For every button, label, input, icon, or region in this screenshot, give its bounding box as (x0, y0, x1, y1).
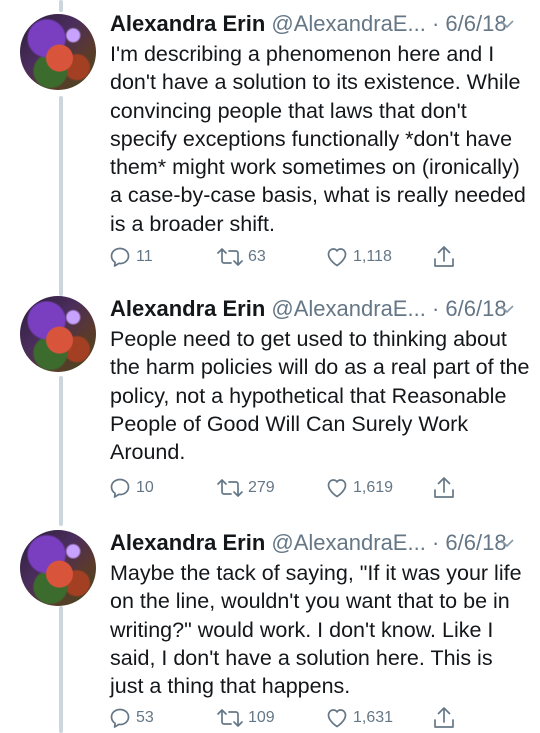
like-count: 1,631 (353, 709, 394, 726)
retweet-button[interactable]: 109 (216, 704, 275, 732)
chevron-down-icon[interactable] (498, 534, 516, 552)
retweet-icon (217, 248, 243, 266)
retweet-icon (217, 479, 243, 497)
display-name[interactable]: Alexandra Erin (110, 11, 265, 36)
tweet[interactable]: Alexandra Erin @AlexandraE... · 6/6/18 I… (0, 0, 540, 285)
user-handle[interactable]: @AlexandraE... (271, 530, 425, 555)
tweet[interactable]: Alexandra Erin @AlexandraE... · 6/6/18 P… (0, 285, 540, 519)
heart-icon (327, 248, 347, 267)
chevron-down-icon[interactable] (498, 300, 516, 318)
reply-count: 53 (136, 709, 154, 726)
reply-button[interactable]: 10 (108, 474, 154, 502)
retweet-count: 63 (248, 248, 266, 265)
retweet-count: 279 (248, 479, 275, 496)
share-icon (434, 707, 454, 728)
share-icon (434, 477, 454, 498)
avatar[interactable] (20, 14, 96, 90)
separator-dot: · (431, 11, 440, 36)
tweet-actions: 10 279 1,619 (108, 474, 478, 502)
heart-icon (327, 709, 347, 728)
like-button[interactable]: 1,631 (325, 704, 393, 732)
like-button[interactable]: 1,118 (325, 243, 392, 271)
share-button[interactable] (432, 243, 456, 271)
display-name[interactable]: Alexandra Erin (110, 296, 265, 321)
share-button[interactable] (432, 704, 456, 732)
tweet-header: Alexandra Erin @AlexandraE... · 6/6/18 (110, 295, 520, 323)
avatar[interactable] (20, 296, 96, 372)
tweet-actions: 53 109 1,631 (108, 704, 478, 732)
tweet-header: Alexandra Erin @AlexandraE... · 6/6/18 (110, 10, 520, 38)
tweet[interactable]: Alexandra Erin @AlexandraE... · 6/6/18 M… (0, 519, 540, 733)
display-name[interactable]: Alexandra Erin (110, 530, 265, 555)
share-icon (434, 246, 454, 267)
tweet-text: People need to get used to thinking abou… (110, 327, 530, 465)
user-handle[interactable]: @AlexandraE... (271, 296, 425, 321)
reply-icon (110, 478, 130, 498)
reply-button[interactable]: 11 (108, 243, 153, 271)
retweet-button[interactable]: 279 (216, 474, 275, 502)
tweet-header: Alexandra Erin @AlexandraE... · 6/6/18 (110, 529, 520, 557)
reply-count: 10 (136, 479, 154, 496)
avatar[interactable] (20, 530, 96, 606)
heart-icon (327, 479, 347, 498)
tweet-text: Maybe the tack of saying, "If it was you… (110, 561, 522, 699)
retweet-count: 109 (248, 709, 275, 726)
separator-dot: · (431, 530, 440, 555)
separator-dot: · (431, 296, 440, 321)
tweet-actions: 11 63 1,118 (108, 243, 478, 271)
tweet-text: I'm describing a phenomenon here and I d… (110, 42, 526, 236)
reply-icon (110, 247, 130, 267)
chevron-down-icon[interactable] (498, 15, 516, 33)
share-button[interactable] (432, 474, 456, 502)
reply-button[interactable]: 53 (108, 704, 154, 732)
retweet-icon (217, 709, 243, 727)
retweet-button[interactable]: 63 (216, 243, 266, 271)
reply-count: 11 (136, 248, 153, 265)
like-count: 1,619 (353, 479, 394, 496)
like-button[interactable]: 1,619 (325, 474, 393, 502)
user-handle[interactable]: @AlexandraE... (271, 11, 425, 36)
like-count: 1,118 (353, 248, 392, 265)
reply-icon (110, 708, 130, 728)
